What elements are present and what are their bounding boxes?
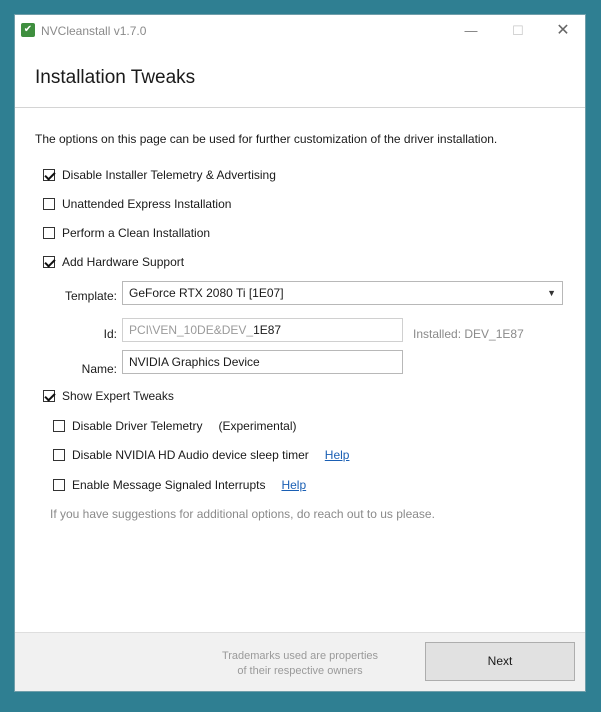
option-label: Disable Driver Telemetry bbox=[72, 419, 203, 433]
option-label: Unattended Express Installation bbox=[62, 197, 232, 211]
checkbox[interactable] bbox=[53, 420, 65, 432]
help-link-msi[interactable]: Help bbox=[281, 478, 306, 492]
option-unattended-express[interactable]: Unattended Express Installation bbox=[43, 197, 231, 211]
trademarks-line-1: Trademarks used are properties bbox=[221, 650, 379, 662]
close-button[interactable]: ✕ bbox=[553, 21, 573, 41]
checkbox[interactable] bbox=[43, 198, 55, 210]
option-disable-driver-telemetry[interactable]: Disable Driver Telemetry (Experimental) bbox=[53, 419, 297, 433]
name-label: Name: bbox=[81, 362, 117, 376]
installer-window: ✔ NVCleanstall v1.7.0 — ☐ ✕ Installation… bbox=[14, 14, 586, 692]
option-label: Enable Message Signaled Interrupts bbox=[72, 478, 266, 492]
option-add-hardware-support[interactable]: Add Hardware Support bbox=[43, 255, 184, 269]
installed-id-text: Installed: DEV_1E87 bbox=[413, 327, 524, 341]
title-bar: ✔ NVCleanstall v1.7.0 — ☐ ✕ bbox=[15, 15, 585, 47]
template-dropdown[interactable]: GeForce RTX 2080 Ti [1E07] ▼ bbox=[122, 281, 563, 305]
option-disable-hd-audio-sleep[interactable]: Disable NVIDIA HD Audio device sleep tim… bbox=[53, 448, 349, 462]
checkbox[interactable] bbox=[53, 479, 65, 491]
template-label: Template: bbox=[64, 289, 117, 303]
help-link-hd-audio[interactable]: Help bbox=[325, 448, 350, 462]
page-title: Installation Tweaks bbox=[35, 67, 196, 88]
intro-text: The options on this page can be used for… bbox=[35, 132, 498, 146]
trademarks-line-2: of their respective owners bbox=[237, 665, 363, 677]
footer: Trademarks used are properties of their … bbox=[15, 632, 585, 691]
checkbox[interactable] bbox=[43, 169, 55, 181]
option-show-expert-tweaks[interactable]: Show Expert Tweaks bbox=[43, 389, 174, 403]
checkbox[interactable] bbox=[43, 390, 55, 402]
template-value: GeForce RTX 2080 Ti [1E07] bbox=[129, 286, 284, 300]
id-field[interactable]: PCI\VEN_10DE&DEV_1E87 bbox=[122, 318, 403, 342]
experimental-note: (Experimental) bbox=[218, 419, 297, 433]
checkbox[interactable] bbox=[53, 449, 65, 461]
window-title: NVCleanstall v1.7.0 bbox=[41, 24, 147, 38]
option-label: Disable NVIDIA HD Audio device sleep tim… bbox=[72, 448, 309, 462]
id-prefix: PCI\VEN_10DE&DEV_ bbox=[129, 323, 254, 337]
page-header: Installation Tweaks bbox=[15, 47, 585, 108]
id-label: Id: bbox=[103, 327, 117, 341]
maximize-button[interactable]: ☐ bbox=[508, 21, 528, 41]
name-input[interactable]: NVIDIA Graphics Device bbox=[122, 350, 403, 374]
app-icon: ✔ bbox=[21, 23, 35, 37]
option-clean-installation[interactable]: Perform a Clean Installation bbox=[43, 226, 210, 240]
checkbox[interactable] bbox=[43, 256, 55, 268]
minimize-button[interactable]: — bbox=[461, 21, 481, 41]
option-label: Perform a Clean Installation bbox=[62, 226, 211, 240]
next-button[interactable]: Next bbox=[425, 642, 575, 681]
option-label: Disable Installer Telemetry & Advertisin… bbox=[62, 168, 276, 182]
chevron-down-icon: ▼ bbox=[547, 288, 556, 298]
name-value: NVIDIA Graphics Device bbox=[129, 355, 260, 369]
option-disable-installer-telemetry[interactable]: Disable Installer Telemetry & Advertisin… bbox=[43, 168, 276, 182]
option-label: Add Hardware Support bbox=[62, 255, 185, 269]
option-enable-msi[interactable]: Enable Message Signaled Interrupts Help bbox=[53, 478, 306, 492]
id-suffix: 1E87 bbox=[253, 323, 282, 337]
option-label: Show Expert Tweaks bbox=[62, 389, 174, 403]
suggestion-text: If you have suggestions for additional o… bbox=[50, 507, 435, 521]
trademarks-notice: Trademarks used are properties of their … bbox=[205, 649, 395, 679]
checkbox[interactable] bbox=[43, 227, 55, 239]
